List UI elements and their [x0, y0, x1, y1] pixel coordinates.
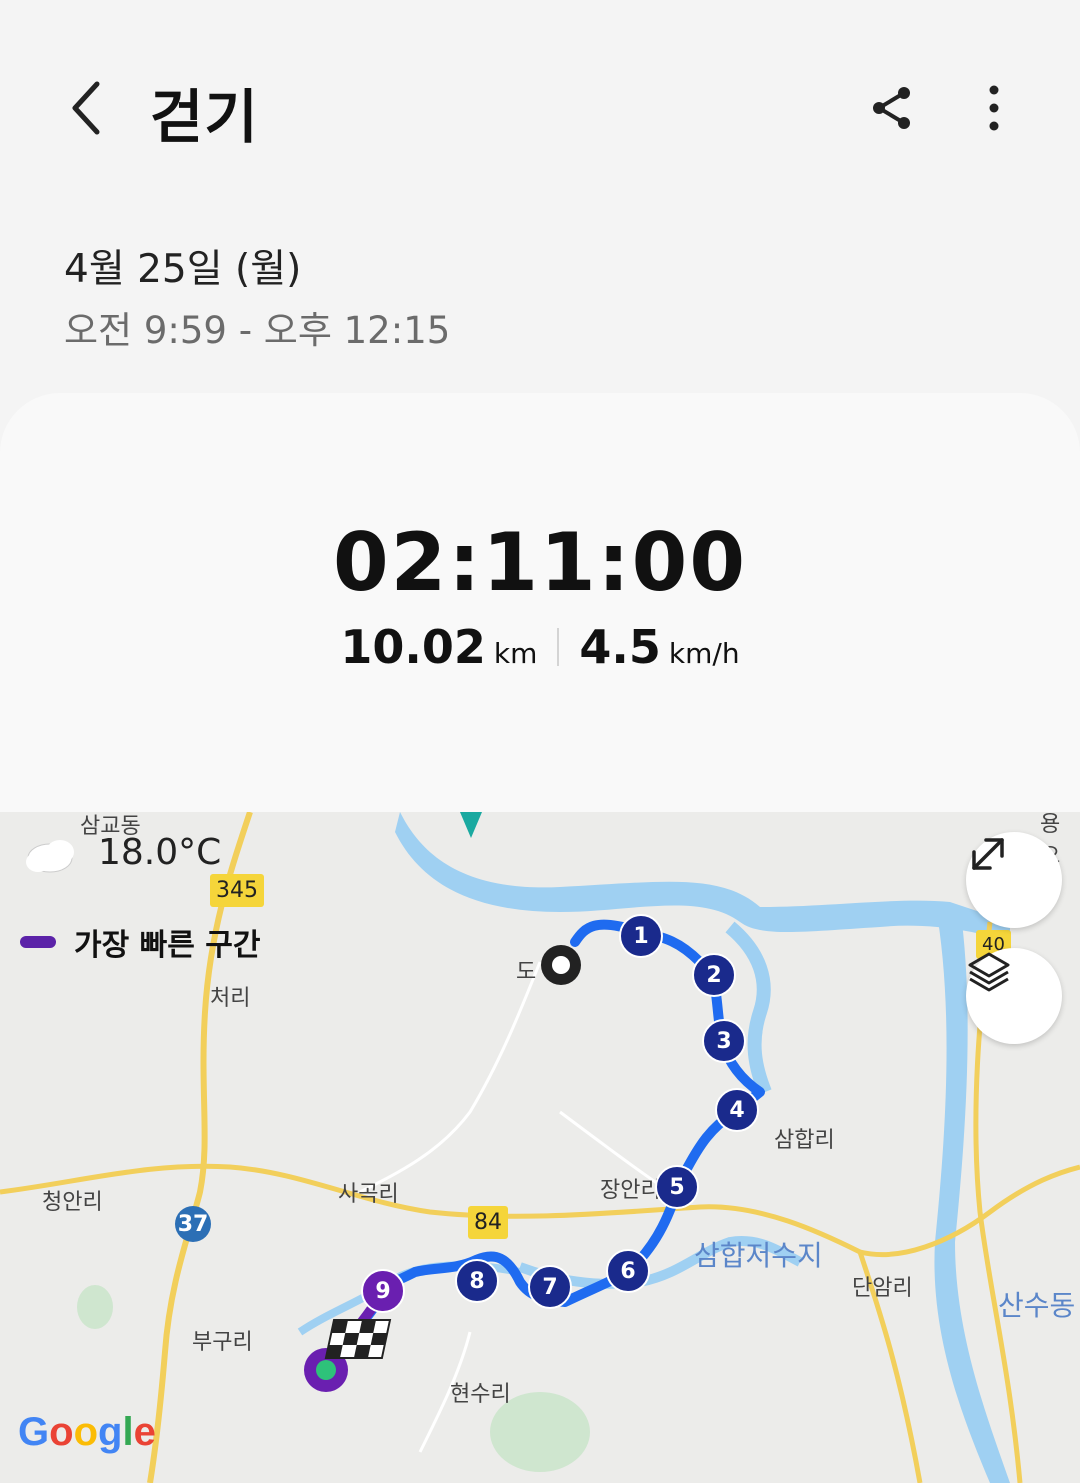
stats-row: 10.02 km 4.5 km/h — [0, 620, 1080, 674]
layers-icon — [968, 952, 1010, 992]
speed-unit: km/h — [668, 637, 740, 670]
chevron-left-icon — [72, 81, 100, 135]
place-label-samhapri: 삼합리 — [774, 1128, 835, 1153]
place-label-hyeonsuri: 현수리 — [450, 1382, 511, 1407]
road-badge-345: 345 — [210, 874, 264, 907]
distance-value: 10.02 — [340, 620, 486, 674]
place-label-do: 도 — [516, 960, 537, 985]
distance-stat: 10.02 km — [340, 620, 537, 674]
route-marker-3[interactable]: 3 — [702, 1019, 746, 1063]
minor-road — [359, 961, 542, 1194]
place-pin-icon — [460, 812, 482, 838]
temperature-label: 18.0°C — [98, 832, 222, 873]
river — [395, 812, 1010, 942]
map-layers-button[interactable] — [966, 948, 1062, 1044]
end-marker-center — [316, 1360, 336, 1380]
more-vertical-icon — [989, 85, 999, 131]
place-label-cheonganri: 청안리 — [42, 1190, 103, 1215]
place-label-buguri: 부구리 — [192, 1330, 253, 1355]
map-legend: 가장 빠른 구간 — [20, 920, 261, 964]
legend-label: 가장 빠른 구간 — [74, 928, 261, 963]
place-label-jangan: 장안리 — [600, 1178, 661, 1203]
summary-card — [0, 393, 1080, 833]
app-header: 걷기 — [0, 0, 1080, 210]
road-yellow — [147, 812, 253, 1483]
google-attribution: Google — [18, 1410, 156, 1454]
distance-unit: km — [493, 637, 538, 670]
route-marker-6[interactable]: 6 — [606, 1249, 650, 1293]
duration-value: 02:11:00 — [333, 516, 747, 609]
route-map[interactable]: 삼교동 18.0°C 345 가장 빠른 구간 처리 도 삼합리 장안리 사곡리… — [0, 812, 1080, 1483]
route-marker-8[interactable]: 8 — [455, 1259, 499, 1303]
route-marker-1[interactable]: 1 — [619, 914, 663, 958]
stats-divider — [557, 628, 560, 666]
place-label-sansudong: 산수동 — [998, 1289, 1076, 1322]
route-marker-4[interactable]: 4 — [715, 1088, 759, 1132]
place-label-cheori: 처리 — [210, 986, 251, 1011]
speed-stat: 4.5 km/h — [579, 620, 739, 674]
finish-flag-icon — [324, 1319, 392, 1359]
route-marker-9[interactable]: 9 — [361, 1269, 405, 1313]
expand-map-button[interactable] — [966, 832, 1062, 928]
share-icon — [873, 87, 910, 129]
road-badge-37: 37 — [175, 1206, 211, 1242]
more-options-button[interactable] — [966, 78, 1022, 138]
expand-icon — [972, 838, 1004, 870]
legend-swatch — [20, 936, 56, 948]
speed-value: 4.5 — [579, 620, 661, 674]
session-time-range: 오전 9:59 - 오후 12:15 — [64, 309, 451, 352]
start-marker-center — [552, 956, 570, 974]
page-title: 걷기 — [150, 83, 259, 151]
route-marker-7[interactable]: 7 — [528, 1265, 572, 1309]
place-label-danamri: 단암리 — [852, 1276, 913, 1301]
place-label-sagokri: 사곡리 — [338, 1182, 399, 1207]
session-date: 4월 25일 (월) — [64, 247, 302, 292]
route-marker-2[interactable]: 2 — [692, 953, 736, 997]
place-label-reservoir: 삼합저수지 — [694, 1239, 823, 1272]
route-marker-5[interactable]: 5 — [655, 1165, 699, 1209]
share-button[interactable] — [862, 78, 922, 138]
back-button[interactable] — [56, 72, 116, 144]
cloud-icon — [26, 840, 74, 873]
green-area-west — [77, 1285, 113, 1329]
map-canvas — [0, 812, 1080, 1483]
road-yellow-far — [859, 1164, 1080, 1258]
road-badge-84: 84 — [468, 1206, 508, 1239]
